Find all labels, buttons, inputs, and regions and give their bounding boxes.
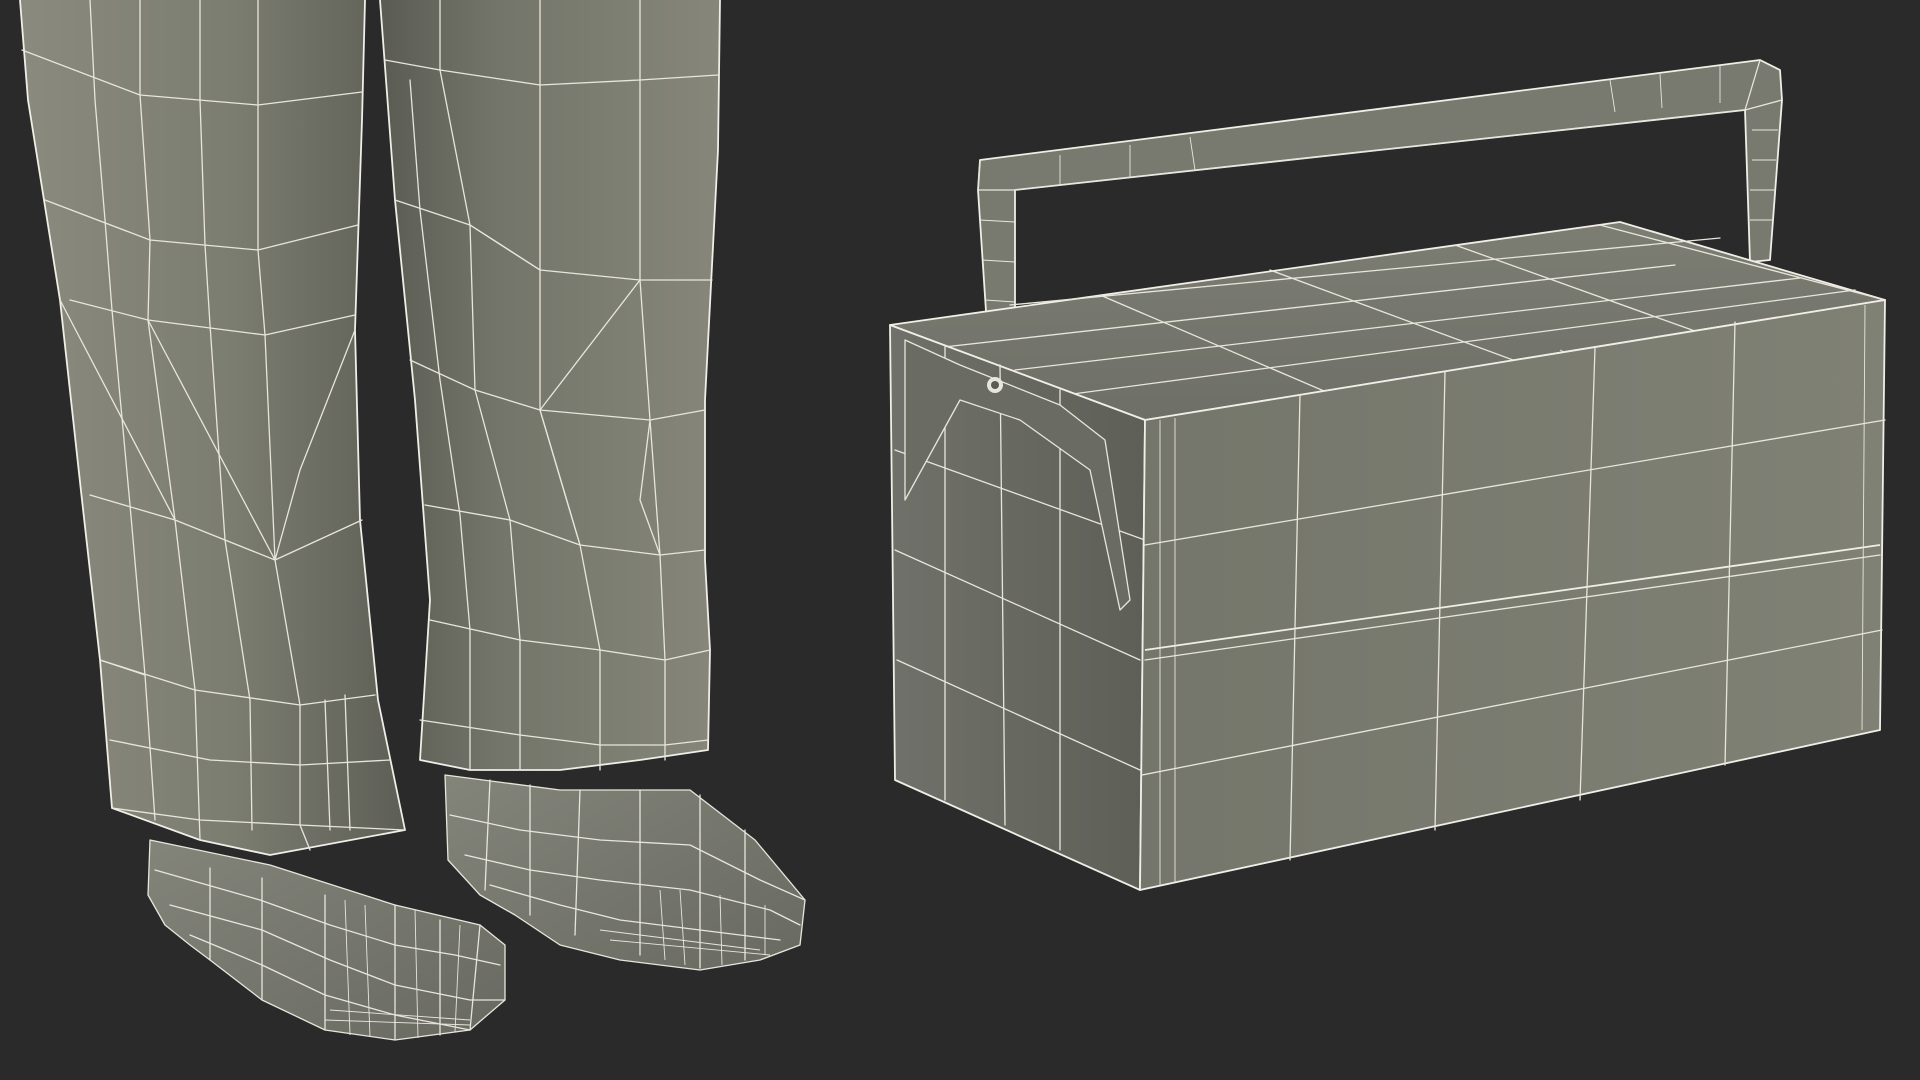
trousers-and-boots — [19, 0, 806, 1041]
render-canvas — [19, 0, 1886, 1041]
3d-viewport[interactable] — [0, 0, 1920, 1080]
left-boot — [147, 839, 506, 1041]
toolbox-side-panel — [889, 324, 1146, 891]
toolbox — [889, 59, 1886, 891]
left-trouser-leg — [19, 0, 406, 856]
right-trouser-leg — [379, 0, 721, 771]
